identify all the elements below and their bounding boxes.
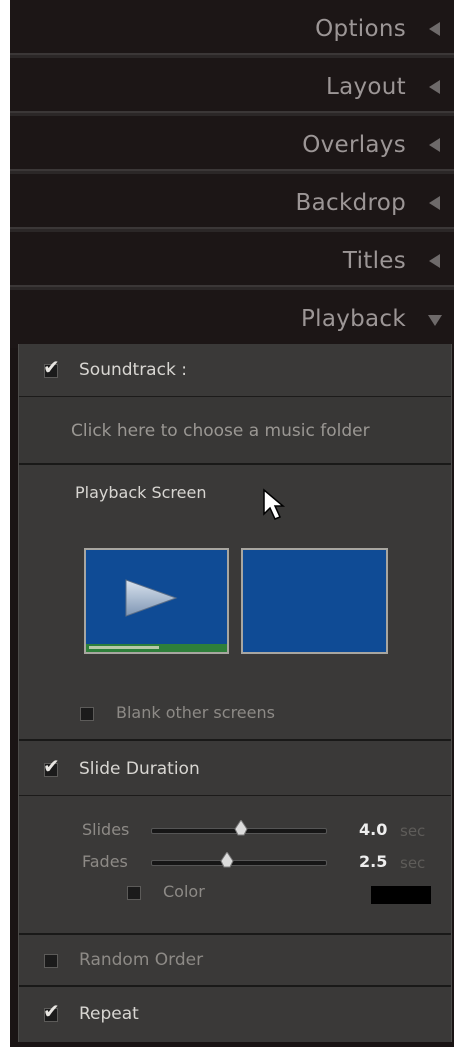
- panel-title: Layout: [326, 74, 406, 100]
- fades-value: 2.5: [359, 852, 388, 871]
- checkmark-icon: ✔: [43, 754, 60, 778]
- random-order-checkbox[interactable]: [44, 954, 58, 968]
- fades-slider-track[interactable]: [151, 860, 327, 866]
- color-label: Color: [163, 882, 205, 901]
- duration-sliders-section: Slides 4.0 sec Fades 2.5 sec Color: [19, 795, 451, 933]
- panel-header-playback[interactable]: Playback: [10, 290, 454, 348]
- divider: [10, 227, 454, 229]
- choose-music-folder-link[interactable]: Click here to choose a music folder: [71, 421, 370, 441]
- fades-unit: sec: [400, 854, 426, 872]
- panel-title: Playback: [300, 306, 406, 332]
- panel-header-options[interactable]: Options: [10, 0, 454, 58]
- screen-1-thumbnail[interactable]: [84, 548, 229, 654]
- blank-other-screens-label: Blank other screens: [116, 703, 275, 722]
- repeat-label: Repeat: [79, 1004, 139, 1024]
- play-icon: [86, 579, 227, 652]
- checkmark-icon: ✔: [43, 999, 60, 1023]
- panel-title: Titles: [342, 248, 406, 274]
- divider: [10, 111, 454, 113]
- repeat-row: ✔ Repeat: [19, 985, 451, 1042]
- color-swatch[interactable]: [371, 886, 431, 904]
- panel-header-overlays[interactable]: Overlays: [10, 116, 454, 174]
- slides-unit: sec: [400, 822, 426, 840]
- screen-2-thumbnail[interactable]: [241, 548, 388, 654]
- fades-label: Fades: [82, 852, 128, 871]
- slideshow-right-panel: Options Layout Overlays Backdrop Titles …: [10, 0, 454, 1047]
- panel-title: Options: [315, 16, 406, 42]
- random-order-row: Random Order: [19, 933, 451, 985]
- panel-title: Overlays: [302, 132, 406, 158]
- playback-screen-section: Playback Screen Blank other screens: [19, 463, 451, 739]
- blank-other-screens-checkbox[interactable]: [80, 707, 94, 721]
- soundtrack-row: ✔ Soundtrack :: [19, 344, 451, 396]
- divider: [10, 169, 454, 171]
- divider: [10, 285, 454, 287]
- collapse-triangle-icon[interactable]: [429, 254, 440, 268]
- soundtrack-label: Soundtrack :: [79, 360, 187, 380]
- random-order-label: Random Order: [79, 950, 204, 970]
- slides-value: 4.0: [359, 820, 388, 839]
- fades-slider-knob[interactable]: [220, 852, 234, 868]
- panel-header-layout[interactable]: Layout: [10, 58, 454, 116]
- expand-triangle-icon[interactable]: [428, 315, 442, 326]
- mouse-cursor-icon: [263, 488, 286, 520]
- music-folder-row[interactable]: Click here to choose a music folder: [19, 396, 451, 463]
- collapse-triangle-icon[interactable]: [429, 196, 440, 210]
- slides-slider-knob[interactable]: [234, 820, 248, 836]
- collapse-triangle-icon[interactable]: [429, 138, 440, 152]
- playback-panel-body: ✔ Soundtrack : Click here to choose a mu…: [18, 344, 452, 1042]
- slide-duration-label: Slide Duration: [79, 759, 200, 779]
- checkmark-icon: ✔: [43, 355, 60, 379]
- panel-header-titles[interactable]: Titles: [10, 232, 454, 290]
- panel-header-backdrop[interactable]: Backdrop: [10, 174, 454, 232]
- slide-duration-row: ✔ Slide Duration: [19, 739, 451, 795]
- collapse-triangle-icon[interactable]: [429, 80, 440, 94]
- color-checkbox[interactable]: [127, 886, 141, 900]
- slides-label: Slides: [82, 820, 130, 839]
- playback-screen-label: Playback Screen: [75, 483, 207, 502]
- collapse-triangle-icon[interactable]: [429, 22, 440, 36]
- panel-title: Backdrop: [295, 190, 406, 216]
- divider: [10, 53, 454, 55]
